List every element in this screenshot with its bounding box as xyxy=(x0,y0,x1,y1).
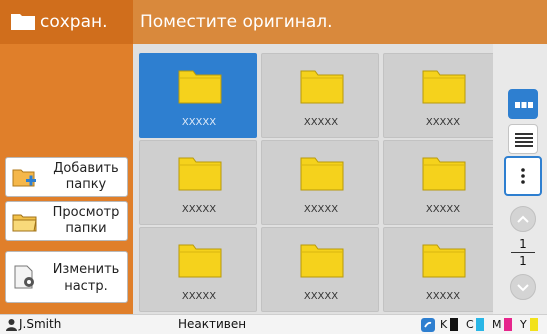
folder-tile[interactable]: XXXXX xyxy=(261,140,379,225)
user-name: J.Smith xyxy=(19,317,62,331)
ink-label-c: C xyxy=(466,318,474,331)
folder-icon xyxy=(422,157,466,191)
folder-tile[interactable]: XXXXX xyxy=(139,53,257,138)
header-bar: Поместите оригинал. xyxy=(133,0,547,44)
status-bar: J.Smith Неактивен K C M Y xyxy=(0,314,547,334)
grid-view-icon xyxy=(515,102,533,108)
ink-level-k xyxy=(450,318,458,331)
folder-icon xyxy=(178,244,222,278)
page-total: 1 xyxy=(519,254,527,268)
view-folder-button[interactable]: Просмотр папки xyxy=(5,201,128,241)
page-divider xyxy=(511,252,535,253)
folder-label: XXXXX xyxy=(425,117,461,128)
ink-level-m xyxy=(504,318,512,331)
settings-doc-icon xyxy=(14,265,34,289)
instruction-message: Поместите оригинал. xyxy=(140,12,333,32)
folder-label: XXXXX xyxy=(181,204,217,215)
folder-add-icon xyxy=(12,169,36,187)
chevron-down-icon xyxy=(517,284,529,292)
chevron-up-icon xyxy=(517,215,529,223)
folder-tile[interactable]: XXXXX xyxy=(261,53,379,138)
folder-view-icon xyxy=(12,214,37,232)
folder-label: XXXXX xyxy=(303,204,339,215)
view-controls: 1 1 xyxy=(493,44,547,314)
folder-icon xyxy=(178,70,222,104)
mode-title: сохран. xyxy=(40,12,108,32)
folder-label: XXXXX xyxy=(303,291,339,302)
ink-level-y xyxy=(530,318,538,331)
folder-label: XXXXX xyxy=(425,291,461,302)
user-icon xyxy=(6,319,17,331)
view-folder-label-2: папки xyxy=(65,221,107,236)
sidebar: сохран. Добавить папку Просмотр папки Из… xyxy=(0,0,133,314)
list-view-button[interactable] xyxy=(508,124,538,154)
add-folder-label-1: Добавить xyxy=(53,161,119,176)
more-vertical-icon xyxy=(521,168,525,184)
folder-label: XXXXX xyxy=(181,117,217,128)
folder-icon xyxy=(178,157,222,191)
ink-label-k: K xyxy=(440,318,448,331)
add-folder-label-2: папку xyxy=(65,177,107,192)
folder-label: XXXXX xyxy=(181,291,217,302)
folder-tile[interactable]: XXXXX xyxy=(261,227,379,312)
thumbnail-view-button[interactable] xyxy=(508,89,538,119)
scroll-up-button[interactable] xyxy=(510,206,536,232)
folder-tile[interactable]: XXXXX xyxy=(139,140,257,225)
folder-icon xyxy=(422,244,466,278)
ink-level-c xyxy=(476,318,484,331)
machine-status: Неактивен xyxy=(178,317,247,331)
ink-label-y: Y xyxy=(520,318,527,331)
folder-icon xyxy=(300,157,344,191)
scroll-down-button[interactable] xyxy=(510,274,536,300)
page-current: 1 xyxy=(519,237,527,251)
change-settings-label-1: Изменить xyxy=(52,262,120,277)
view-folder-label-1: Просмотр xyxy=(52,205,120,220)
change-settings-label-2: настр. xyxy=(64,279,108,294)
folder-icon xyxy=(300,244,344,278)
folder-icon xyxy=(422,70,466,104)
network-icon xyxy=(421,318,435,332)
folder-tile[interactable]: XXXXX xyxy=(383,140,501,225)
ink-label-m: M xyxy=(492,318,502,331)
list-view-icon xyxy=(515,133,533,147)
folder-label: XXXXX xyxy=(425,204,461,215)
folder-tile[interactable]: XXXXX xyxy=(383,227,501,312)
more-options-button[interactable] xyxy=(504,156,542,196)
folder-icon xyxy=(11,14,35,30)
folder-grid: XXXXX XXXXX XXXXX XXXXX XXXXX XXXXX XXXX… xyxy=(133,44,501,314)
folder-tile[interactable]: XXXXX xyxy=(383,53,501,138)
sidebar-title-bar: сохран. xyxy=(0,0,133,44)
folder-tile[interactable]: XXXXX xyxy=(139,227,257,312)
folder-label: XXXXX xyxy=(303,117,339,128)
change-settings-button[interactable]: Изменить настр. xyxy=(5,251,128,303)
folder-icon xyxy=(300,70,344,104)
add-folder-button[interactable]: Добавить папку xyxy=(5,157,128,197)
